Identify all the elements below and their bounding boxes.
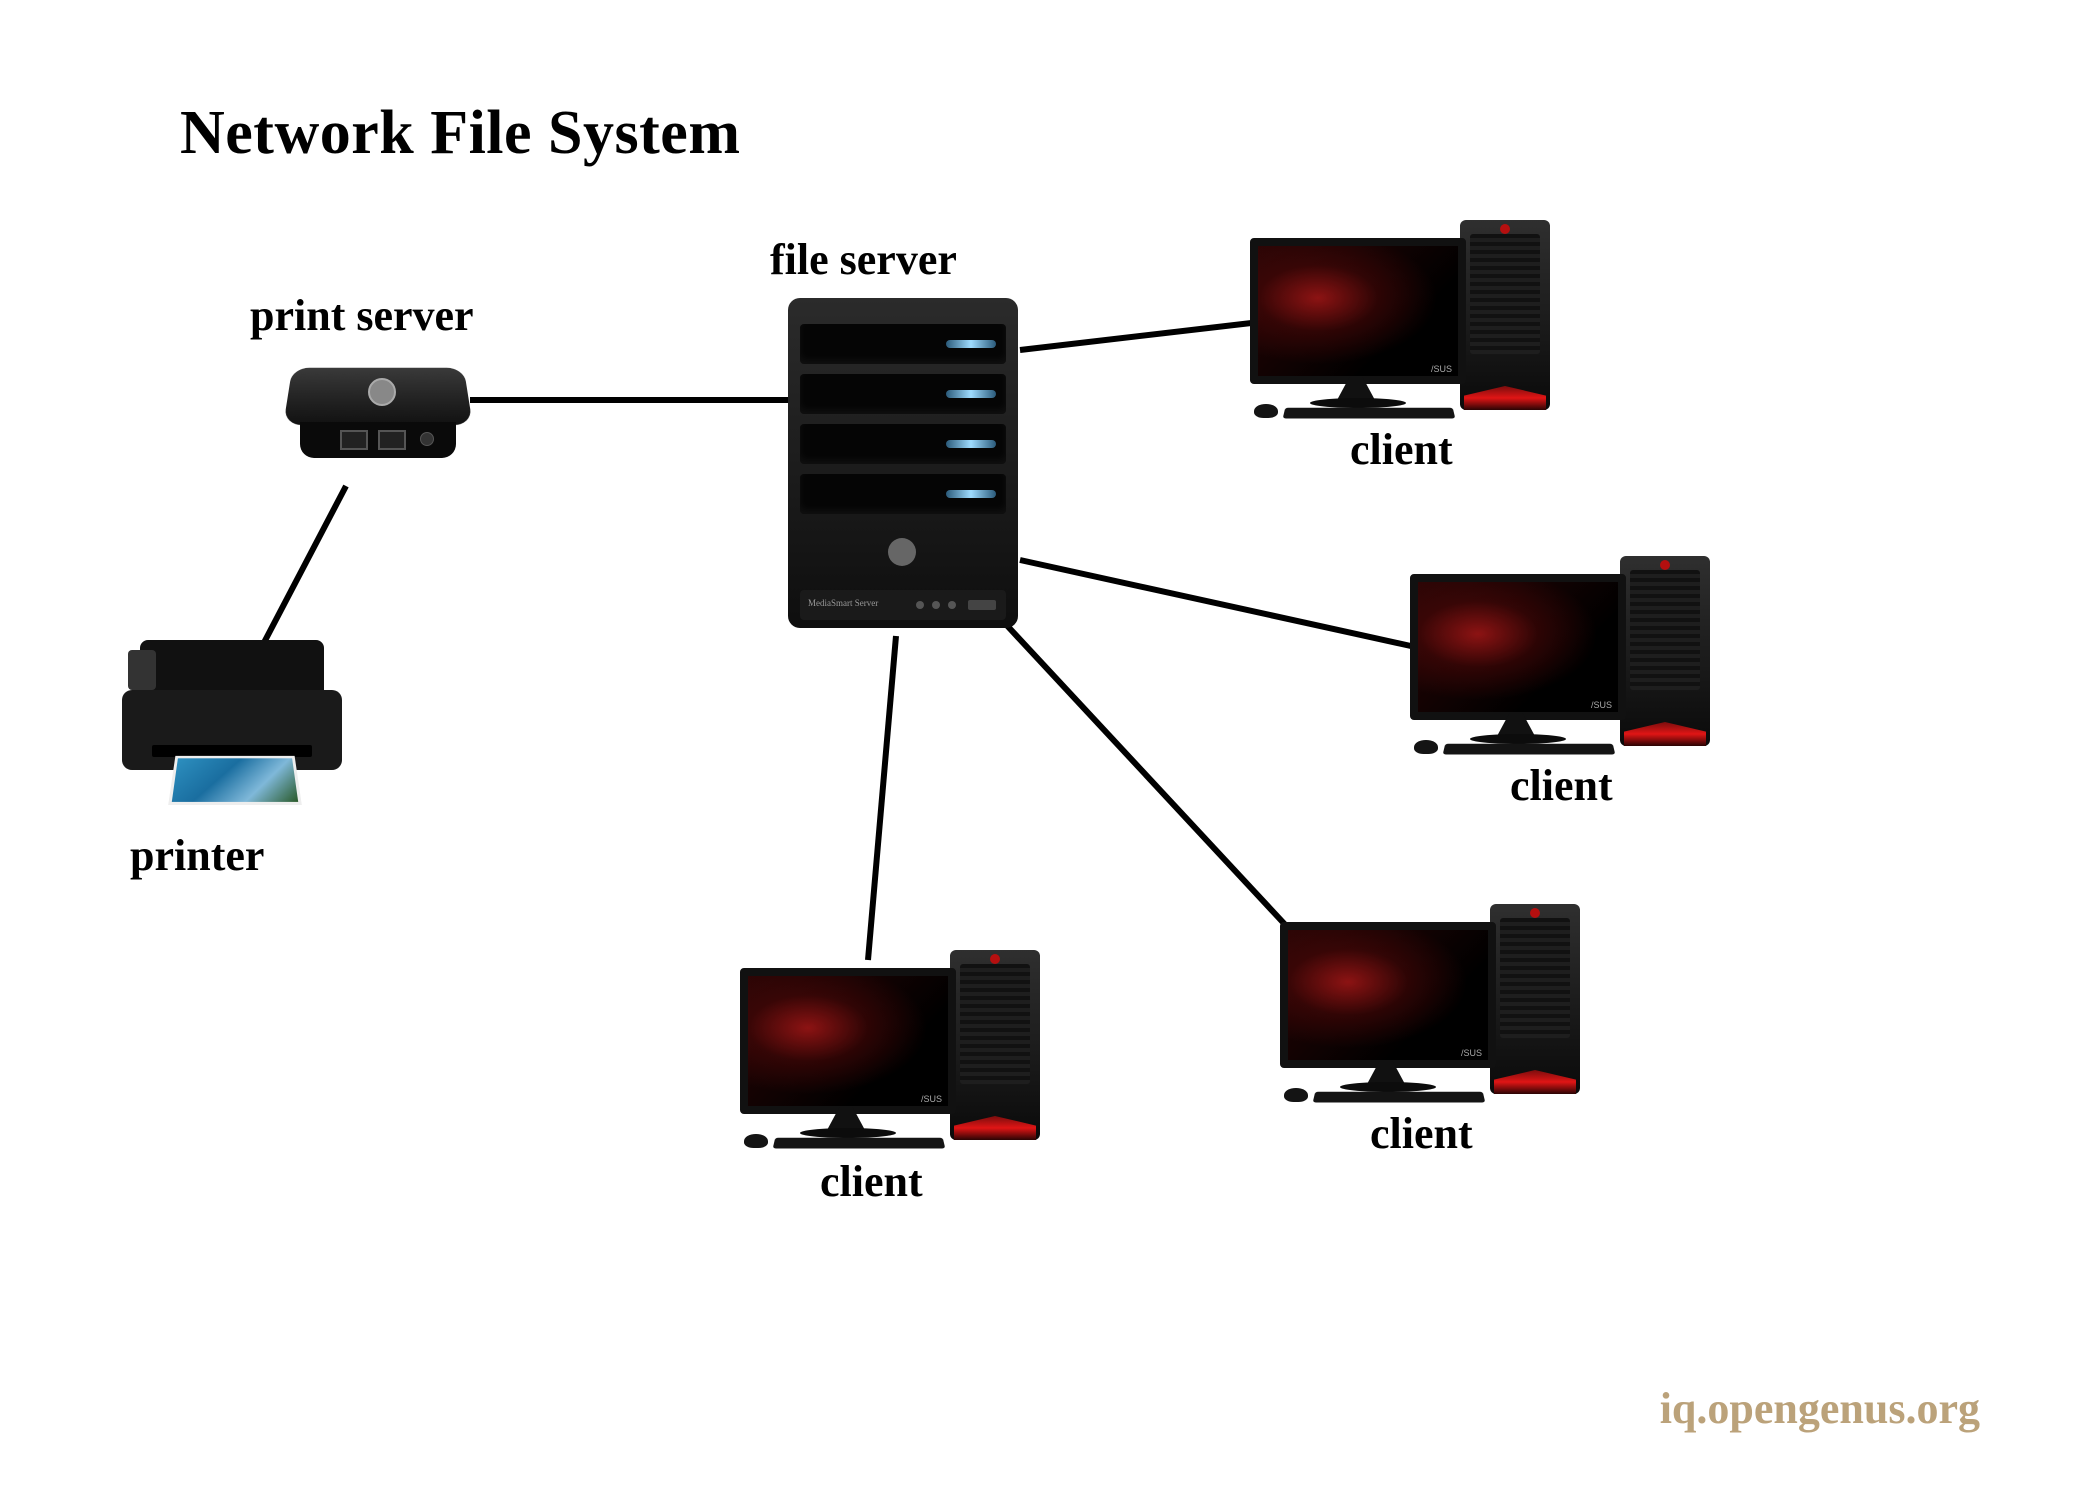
edge-fileserver-client3 — [1000, 618, 1318, 960]
printer-icon — [122, 640, 342, 800]
client1-icon: /SUS — [1250, 220, 1550, 420]
client3-label: client — [1370, 1108, 1473, 1159]
diagram-canvas: Network File System print server — [0, 0, 2100, 1500]
fileserver-label: file server — [770, 234, 957, 285]
client1-label: client — [1350, 424, 1453, 475]
client3-icon: /SUS — [1280, 904, 1580, 1104]
printserver-label: print server — [250, 290, 474, 341]
edge-printer-printserver — [258, 486, 346, 654]
edge-fileserver-client1 — [1020, 322, 1260, 350]
printserver-icon — [278, 360, 478, 470]
diagram-title: Network File System — [180, 98, 740, 169]
edge-fileserver-client4 — [868, 636, 896, 960]
client2-label: client — [1510, 760, 1613, 811]
edge-fileserver-client2 — [1020, 560, 1420, 648]
fileserver-icon: MediaSmart Server — [788, 298, 1018, 628]
client4-icon: /SUS — [740, 950, 1040, 1150]
client4-label: client — [820, 1156, 923, 1207]
watermark: iq.opengenus.org — [1660, 1383, 1980, 1434]
client2-icon: /SUS — [1410, 556, 1710, 756]
printer-label: printer — [130, 830, 264, 881]
